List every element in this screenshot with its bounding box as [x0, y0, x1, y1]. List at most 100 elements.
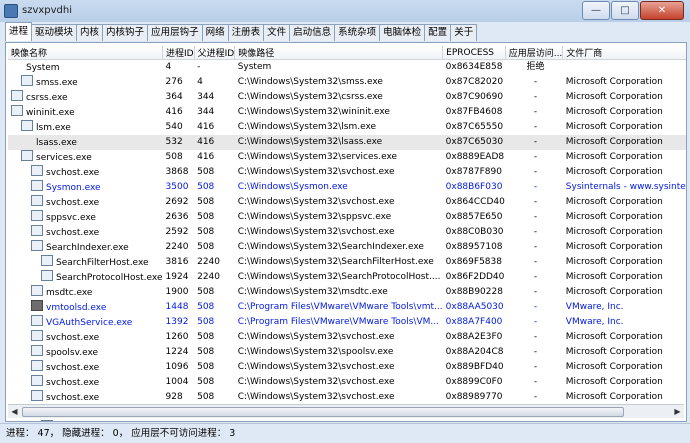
cell-name: sppsvc.exe	[8, 210, 163, 225]
table-row[interactable]: System 4 - System 0x8634E858 拒绝	[8, 60, 686, 76]
process-name: wininit.exe	[26, 108, 75, 118]
cell-pid: 1260	[165, 332, 189, 342]
tab-5[interactable]: 网络	[201, 24, 229, 41]
column-header[interactable]: 映像路径	[234, 46, 444, 60]
tab-4[interactable]: 应用层钩子	[147, 24, 203, 41]
window-title: szvxpvdhi	[22, 5, 73, 16]
tab-2[interactable]: 内核	[76, 24, 104, 41]
cell-access: -	[533, 332, 538, 342]
cell-name: dwm.exe	[8, 420, 163, 421]
table-row[interactable]: svchost.exe 1004 508 C:\Windows\System32\sv…	[8, 375, 686, 390]
maximize-button[interactable]: □	[611, 1, 639, 20]
process-name: svchost.exe	[46, 333, 100, 343]
column-header[interactable]: EPROCESS	[442, 46, 506, 60]
table-row[interactable]: sppsvc.exe 2636 508 C:\Windows\System32\spp…	[8, 210, 686, 225]
table-row[interactable]: smss.exe 276 4 C:\Windows\System32\smss.exe…	[8, 75, 686, 90]
cell-path: C:\Windows\System32\SearchProtocolHost..…	[237, 272, 441, 282]
cell-eprocess: 0x88C0B030	[445, 227, 504, 237]
column-header[interactable]: 应用层访问...	[505, 46, 564, 60]
cell-vendor: Microsoft Corporation	[565, 122, 663, 132]
cell-name: svchost.exe	[8, 390, 163, 405]
cell-vendor: Microsoft Corporation	[565, 392, 663, 402]
status-bar: 进程： 47， 隐藏进程： 0， 应用层不可访问进程： 3	[0, 423, 690, 442]
horizontal-scrollbar[interactable]: ◀ ▶	[8, 404, 684, 418]
cell-ppid: 508	[197, 182, 215, 192]
scroll-thumb[interactable]	[22, 407, 624, 417]
table-header: 映像名称 进程ID 父进程ID 映像路径 EPROCESS 应用层访问... 文件厂商	[8, 46, 686, 60]
cell-vendor: Microsoft Corporation	[565, 242, 663, 252]
column-header[interactable]: 映像名称	[8, 46, 164, 60]
tab-7[interactable]: 文件	[263, 24, 291, 41]
table-row[interactable]: SearchFilterHost.exe 3816 2240 C:\Windows\S…	[8, 255, 686, 270]
cell-access: -	[533, 287, 538, 297]
minimize-button[interactable]: —	[582, 1, 610, 20]
cell-ppid: 508	[197, 227, 215, 237]
process-name: System	[26, 63, 60, 73]
table-row[interactable]: svchost.exe 2592 508 C:\Windows\System32\sv…	[8, 225, 686, 240]
cell-ppid: 508	[197, 167, 215, 177]
tab-10[interactable]: 电脑体检	[379, 24, 426, 41]
tab-1[interactable]: 驱动模块	[31, 24, 78, 41]
scroll-left-icon[interactable]: ◀	[8, 405, 21, 418]
table-row[interactable]: services.exe 508 416 C:\Windows\System32\se…	[8, 150, 686, 165]
table-row[interactable]: lsass.exe 532 416 C:\Windows\System32\lsass…	[8, 135, 686, 150]
table-row[interactable]: svchost.exe 3868 508 C:\Windows\System32\sv…	[8, 165, 686, 180]
table-row[interactable]: Sysmon.exe 3500 508 C:\Windows\Sysmon.exe 0x…	[8, 180, 687, 195]
column-header[interactable]: 进程ID	[162, 46, 195, 60]
cell-eprocess: 0x8899C0F0	[445, 377, 503, 387]
tab-6[interactable]: 注册表	[227, 24, 265, 41]
cell-ppid: 508	[197, 332, 215, 342]
tab-12[interactable]: 关于	[450, 24, 478, 41]
vmware-icon	[31, 300, 43, 311]
cell-pid: 1392	[165, 317, 189, 327]
tab-8[interactable]: 启动信息	[289, 24, 336, 41]
cell-ppid: 344	[197, 107, 215, 117]
tab-11[interactable]: 配置	[424, 24, 452, 41]
cell-pid: 416	[165, 107, 183, 117]
cell-path: System	[237, 62, 272, 72]
table-row[interactable]: dwm.exe1848876C:\Windows\System32\dwm.ex…	[8, 420, 686, 421]
cell-pid: 1004	[165, 377, 189, 387]
column-header[interactable]: 文件厂商	[562, 46, 686, 60]
cell-access: -	[533, 362, 538, 372]
table-row[interactable]: VGAuthService.exe 1392 508 C:\Program Files…	[8, 315, 686, 330]
table-row[interactable]: SearchIndexer.exe 2240 508 C:\Windows\Syste…	[8, 240, 686, 255]
cell-ppid: 416	[197, 152, 215, 162]
process-name: SearchFilterHost.exe	[56, 258, 149, 268]
cell-ppid: 508	[197, 377, 215, 387]
table-row[interactable]: SearchProtocolHost.exe 1924 2240 C:\Windows…	[8, 270, 686, 285]
table-row[interactable]: lsm.exe 540 416 C:\Windows\System32\lsm.exe…	[8, 120, 686, 135]
table-row[interactable]: svchost.exe 2692 508 C:\Windows\System32\sv…	[8, 195, 686, 210]
cell-path: C:\Windows\System32\spoolsv.exe	[237, 347, 394, 357]
table-row[interactable]: msdtc.exe 1900 508 C:\Windows\System32\msdt…	[8, 285, 686, 300]
table-row[interactable]: csrss.exe 364 344 C:\Windows\System32\csrss…	[8, 90, 686, 105]
cell-access: -	[533, 317, 538, 327]
cell-name: svchost.exe	[8, 165, 163, 180]
cell-path: C:\Windows\System32\SearchIndexer.exe	[237, 242, 424, 252]
cell-vendor: Sysinternals - www.sysinte...	[565, 182, 687, 192]
tab-0[interactable]: 进程	[5, 22, 33, 41]
cell-eprocess: 0x86F2DD40	[445, 272, 505, 282]
cell-vendor: Microsoft Corporation	[565, 197, 663, 207]
cell-eprocess: 0x87C65030	[442, 135, 506, 150]
tab-3[interactable]: 内核钩子	[102, 24, 149, 41]
table-row[interactable]: vmtoolsd.exe 1448 508 C:\Program Files\VMwa…	[8, 300, 686, 315]
table-row[interactable]: wininit.exe 416 344 C:\Windows\System32\win…	[8, 105, 686, 120]
process-icon	[31, 360, 43, 371]
cell-eprocess: 0x88A7F400	[445, 317, 503, 327]
cell-name: msdtc.exe	[8, 285, 163, 300]
table-row[interactable]: svchost.exe 1096 508 C:\Windows\System32\sv…	[8, 360, 686, 375]
table-row[interactable]: svchost.exe 928 508 C:\Windows\System32\svc…	[8, 390, 686, 405]
column-header[interactable]: 父进程ID	[194, 46, 236, 60]
table-row[interactable]: svchost.exe 1260 508 C:\Windows\System32\sv…	[8, 330, 686, 345]
process-name: csrss.exe	[26, 93, 68, 103]
scroll-right-icon[interactable]: ▶	[671, 405, 684, 418]
tab-9[interactable]: 系统杂项	[334, 24, 381, 41]
cell-name: services.exe	[8, 150, 163, 165]
cell-name: SearchFilterHost.exe	[8, 255, 163, 270]
cell-eprocess: 0x8889EAD8	[445, 152, 505, 162]
table-row[interactable]: spoolsv.exe 1224 508 C:\Windows\System32\sp…	[8, 345, 686, 360]
cell-vendor: Microsoft Corporation	[565, 362, 663, 372]
process-name: lsm.exe	[36, 123, 71, 133]
close-button[interactable]: ✕	[640, 1, 684, 20]
